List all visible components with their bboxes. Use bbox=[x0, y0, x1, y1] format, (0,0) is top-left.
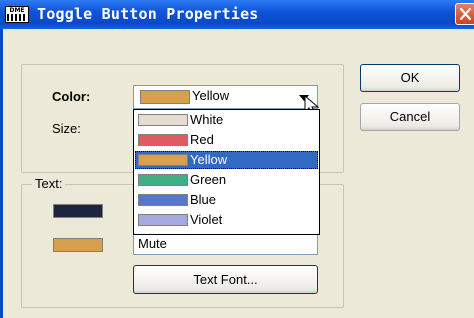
window-frame-left bbox=[0, 29, 3, 318]
selected-color-swatch bbox=[140, 90, 190, 104]
color-option-label: Yellow bbox=[190, 152, 228, 167]
color-select[interactable]: Yellow bbox=[133, 85, 320, 116]
close-button[interactable] bbox=[455, 3, 474, 25]
color-option-violet[interactable]: Violet bbox=[135, 211, 318, 229]
color-option-label: Red bbox=[190, 132, 214, 147]
blue-swatch bbox=[138, 194, 188, 206]
selected-color-label: Yellow bbox=[192, 88, 230, 103]
color-option-green[interactable]: Green bbox=[135, 171, 318, 189]
window-title: Toggle Button Properties bbox=[37, 5, 259, 23]
red-swatch bbox=[138, 134, 188, 146]
color-dropdown-list[interactable]: White Red Yellow Green Blue Violet bbox=[133, 109, 320, 235]
white-swatch bbox=[138, 114, 188, 126]
title-bar[interactable]: DME Toggle Button Properties bbox=[0, 0, 474, 29]
size-label: Size: bbox=[52, 121, 81, 136]
text-on-color-swatch[interactable] bbox=[53, 238, 103, 252]
ok-button[interactable]: OK bbox=[360, 64, 460, 92]
color-option-white[interactable]: White bbox=[135, 111, 318, 129]
keyboard-icon bbox=[7, 14, 27, 21]
color-option-blue[interactable]: Blue bbox=[135, 191, 318, 209]
green-swatch bbox=[138, 174, 188, 186]
cancel-button[interactable]: Cancel bbox=[360, 103, 460, 131]
color-option-yellow[interactable]: Yellow bbox=[135, 151, 318, 169]
color-label: Color: bbox=[52, 89, 91, 104]
color-option-label: Violet bbox=[190, 212, 223, 227]
text-on-field[interactable]: Mute bbox=[133, 233, 318, 255]
color-option-label: Blue bbox=[190, 192, 217, 207]
yellow-swatch bbox=[138, 154, 188, 166]
violet-swatch bbox=[138, 214, 188, 226]
color-option-red[interactable]: Red bbox=[135, 131, 318, 149]
app-icon-label: DME bbox=[9, 7, 25, 14]
color-option-label: White bbox=[190, 112, 224, 127]
text-group-label: Text: bbox=[32, 176, 66, 191]
color-option-label: Green bbox=[190, 172, 227, 187]
text-font-button[interactable]: Text Font... bbox=[133, 265, 318, 294]
text-off-color-swatch[interactable] bbox=[53, 204, 103, 218]
app-icon: DME bbox=[5, 6, 29, 23]
close-icon bbox=[459, 7, 472, 21]
